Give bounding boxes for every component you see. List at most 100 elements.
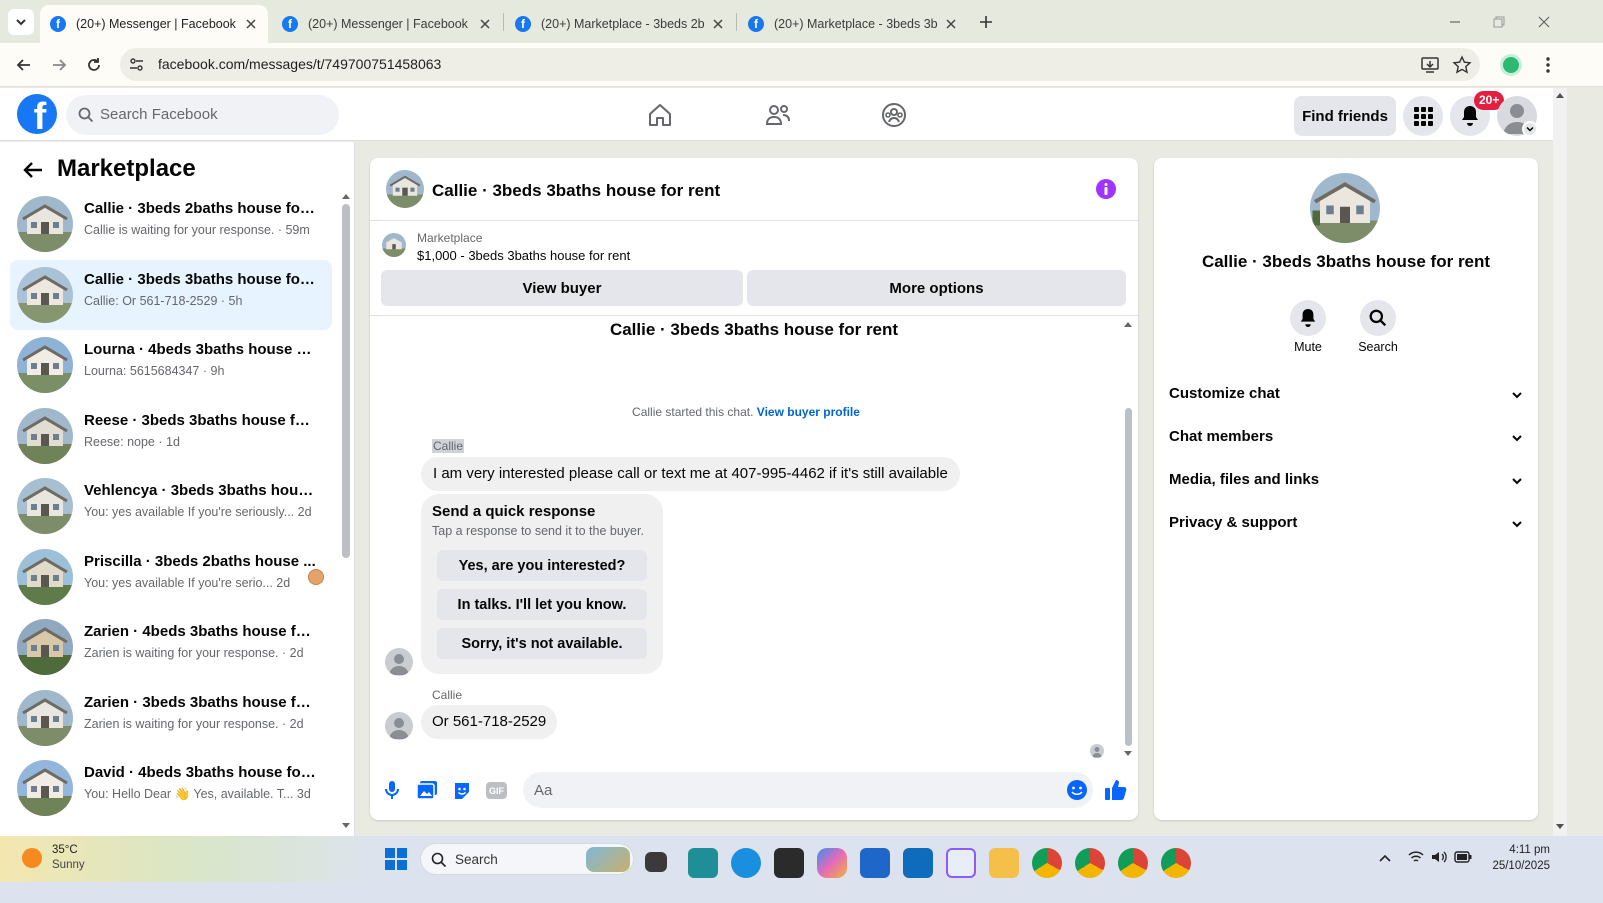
- chrome-icon[interactable]: [1075, 848, 1105, 878]
- find-friends-button[interactable]: Find friends: [1294, 96, 1396, 136]
- conversation-item[interactable]: Zarien · 4beds 3baths house for ... Zarie…: [10, 612, 332, 682]
- sticker-icon[interactable]: [452, 781, 472, 801]
- url-text[interactable]: facebook.com/messages/t/749700751458063: [158, 56, 441, 72]
- clock-date[interactable]: 25/10/2025: [1480, 860, 1550, 872]
- site-info-icon[interactable]: [128, 56, 145, 73]
- extension-icon[interactable]: [1500, 54, 1522, 76]
- conversation-item[interactable]: Priscilla · 3beds 2baths house ... You: y…: [10, 542, 332, 612]
- quick-response-not-available-button[interactable]: Sorry, it's not available.: [437, 628, 647, 659]
- scroll-down-icon[interactable]: [341, 822, 351, 830]
- facebook-search-input[interactable]: Search Facebook: [66, 95, 339, 135]
- back-arrow-icon[interactable]: [22, 160, 44, 180]
- clock-time[interactable]: 4:11 pm: [1480, 844, 1550, 856]
- battery-icon[interactable]: [1454, 851, 1472, 863]
- install-app-icon[interactable]: [1420, 55, 1440, 75]
- scroll-down-icon[interactable]: [1123, 750, 1133, 758]
- chrome-icon[interactable]: [1118, 848, 1148, 878]
- groups-icon[interactable]: [881, 102, 907, 128]
- file-explorer-icon[interactable]: [989, 848, 1019, 878]
- window-close-icon[interactable]: [1536, 14, 1552, 30]
- task-view-icon[interactable]: [645, 852, 667, 872]
- home-icon[interactable]: [647, 102, 673, 128]
- facebook-logo-icon[interactable]: f: [17, 94, 57, 134]
- thumbs-up-icon[interactable]: [1104, 778, 1128, 802]
- browser-tab-1[interactable]: f (20+) Messenger | Facebook: [40, 5, 268, 43]
- photo-icon[interactable]: [417, 781, 437, 799]
- sun-icon[interactable]: [22, 848, 42, 868]
- close-icon[interactable]: [944, 17, 958, 31]
- account-chevron-icon[interactable]: [1522, 121, 1538, 137]
- listing-thumbnail[interactable]: [382, 233, 406, 257]
- outlook-icon[interactable]: [903, 848, 933, 878]
- close-icon[interactable]: [244, 17, 258, 31]
- chat-members-section[interactable]: Chat members: [1169, 428, 1524, 450]
- message-input[interactable]: Aa: [523, 772, 1093, 808]
- customize-chat-section[interactable]: Customize chat: [1169, 385, 1524, 407]
- microsoft-store-icon[interactable]: [860, 848, 890, 878]
- view-buyer-button[interactable]: View buyer: [381, 270, 743, 306]
- friends-icon[interactable]: [764, 102, 792, 128]
- chrome-icon[interactable]: [1032, 848, 1062, 878]
- chat-avatar[interactable]: [386, 170, 424, 208]
- app-icon[interactable]: [688, 848, 718, 878]
- windows-start-icon[interactable]: [384, 847, 408, 871]
- conversation-item[interactable]: Lourna · 4beds 3baths house for... Lourna…: [10, 330, 332, 400]
- taskbar-search-box[interactable]: Search: [420, 843, 634, 875]
- weather-temp[interactable]: 35°C: [52, 844, 78, 856]
- page-scrollbar[interactable]: [1553, 88, 1567, 836]
- gif-button[interactable]: GIF: [486, 782, 507, 799]
- scroll-up-icon[interactable]: [341, 192, 351, 200]
- media-files-links-section[interactable]: Media, files and links: [1169, 471, 1524, 493]
- conversation-item[interactable]: Zarien · 3beds 3baths house for ... Zarie…: [10, 683, 332, 753]
- new-tab-icon[interactable]: [977, 13, 995, 31]
- conversation-item[interactable]: Reese · 3beds 3baths house for r... Reese…: [10, 401, 332, 471]
- sidebar-scrollbar-thumb[interactable]: [342, 204, 350, 558]
- quick-response-in-talks-button[interactable]: In talks. I'll let you know.: [437, 589, 647, 620]
- edge-browser-icon[interactable]: [731, 848, 761, 878]
- sender-avatar[interactable]: [385, 648, 413, 676]
- bookmark-star-icon[interactable]: [1452, 55, 1472, 75]
- conversation-item[interactable]: David · 4beds 3baths house for r... You: …: [10, 753, 332, 823]
- menu-grid-button[interactable]: [1403, 96, 1443, 136]
- browser-tab-4[interactable]: f (20+) Marketplace - 3beds 3bat: [738, 5, 968, 43]
- conversation-item[interactable]: Callie · 3beds 3baths house for r... Call…: [10, 259, 332, 330]
- restore-icon[interactable]: [1491, 14, 1507, 30]
- volume-icon[interactable]: [1431, 850, 1447, 864]
- close-icon[interactable]: [478, 17, 492, 31]
- emoji-icon[interactable]: [1066, 779, 1088, 801]
- chevron-down-icon: [1512, 435, 1522, 442]
- scroll-up-icon[interactable]: [1123, 320, 1133, 328]
- minimize-icon[interactable]: [1447, 14, 1463, 30]
- search-conversation-button[interactable]: [1360, 300, 1396, 336]
- info-button[interactable]: [1096, 179, 1116, 199]
- conversation-item[interactable]: Callie · 3beds 2baths house for r... Call…: [10, 189, 332, 259]
- kebab-menu-icon[interactable]: [1538, 55, 1558, 75]
- message-input-placeholder: Aa: [534, 782, 553, 799]
- copilot-icon[interactable]: [817, 848, 847, 878]
- back-arrow-icon[interactable]: [14, 55, 34, 75]
- message-bubble[interactable]: I am very interested please call or text…: [421, 457, 960, 491]
- chevron-up-icon[interactable]: [1378, 852, 1392, 864]
- sticky-notes-icon[interactable]: [774, 848, 804, 878]
- privacy-support-section[interactable]: Privacy & support: [1169, 514, 1524, 536]
- quick-response-yes-button[interactable]: Yes, are you interested?: [437, 550, 647, 581]
- forward-arrow-icon[interactable]: [49, 55, 69, 75]
- more-options-button[interactable]: More options: [747, 270, 1126, 306]
- listing-price-title[interactable]: $1,000 - 3beds 3baths house for rent: [417, 248, 630, 263]
- mute-button[interactable]: [1290, 300, 1326, 336]
- info-avatar[interactable]: [1310, 173, 1380, 243]
- thread-scrollbar-thumb[interactable]: [1125, 408, 1132, 746]
- microphone-icon[interactable]: [384, 780, 400, 800]
- tab-search-button[interactable]: [8, 9, 34, 35]
- snipping-tool-icon[interactable]: [946, 848, 976, 878]
- sender-avatar[interactable]: [385, 712, 413, 740]
- chrome-icon[interactable]: [1161, 848, 1191, 878]
- message-bubble[interactable]: Or 561-718-2529: [421, 705, 558, 739]
- wifi-icon[interactable]: [1408, 850, 1424, 864]
- conversation-item[interactable]: Vehlencya · 3beds 3baths house ... You: y…: [10, 471, 332, 541]
- close-icon[interactable]: [711, 17, 725, 31]
- browser-tab-2[interactable]: f (20+) Messenger | Facebook: [272, 5, 502, 43]
- browser-tab-3[interactable]: f (20+) Marketplace - 3beds 2bat: [505, 5, 735, 43]
- reload-icon[interactable]: [84, 55, 104, 75]
- view-buyer-profile-link[interactable]: View buyer profile: [757, 405, 860, 419]
